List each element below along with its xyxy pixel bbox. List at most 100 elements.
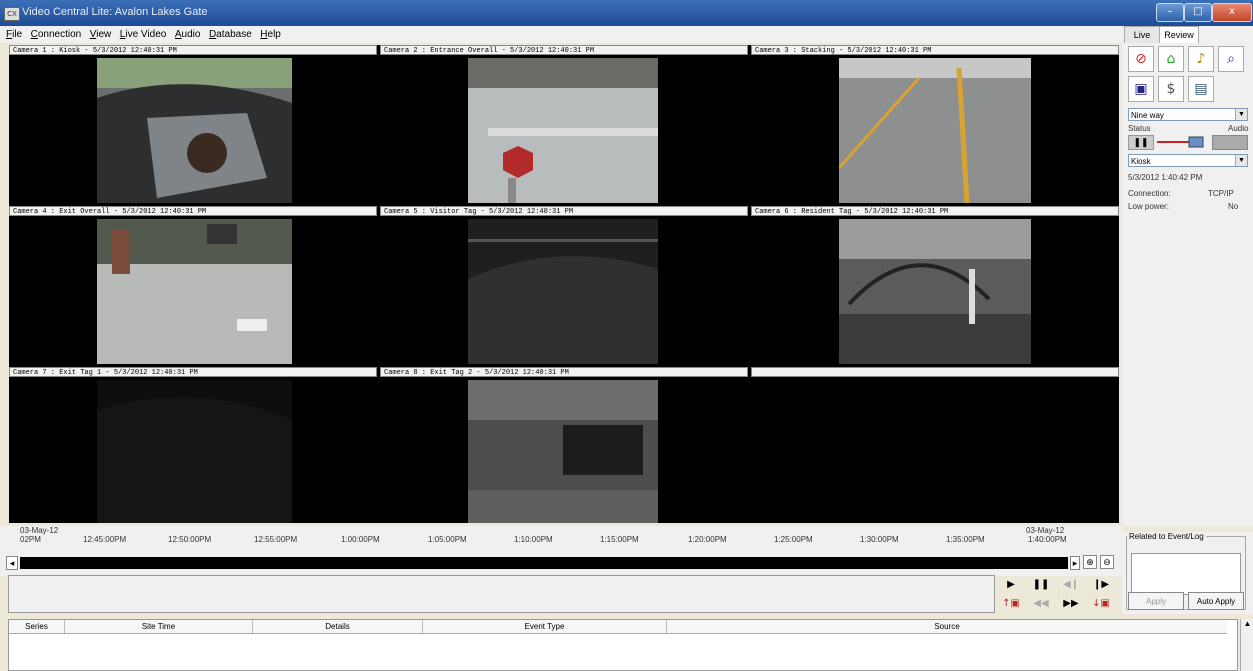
menu-bar: File Connection View Live Video Audio Da… bbox=[0, 26, 1253, 43]
search-icon[interactable]: ⌕ bbox=[1218, 46, 1244, 72]
camera-5-feed bbox=[468, 219, 658, 364]
camera-1-label: Camera 1 : Kiosk - 5/3/2012 12:40:31 PM bbox=[9, 45, 377, 55]
events-table: Series Site Time Details Event Type Sour… bbox=[8, 619, 1238, 671]
camera-1-view[interactable]: Camera 1 : Kiosk - 5/3/2012 12:40:31 PM bbox=[9, 45, 377, 203]
camera-7-feed bbox=[97, 380, 292, 523]
right-panel: Live Review ⊘ ⌂ ♪ ⌕ ▣ $ ▤ Nine way ▼ Sta… bbox=[1122, 26, 1253, 526]
audio-label: Audio bbox=[1228, 124, 1249, 133]
maximize-button[interactable]: □ bbox=[1184, 3, 1212, 22]
camera-select[interactable]: Kiosk ▼ bbox=[1128, 154, 1248, 167]
layout-select-value: Nine way bbox=[1131, 111, 1164, 120]
disconnect-icon[interactable]: ⊘ bbox=[1128, 46, 1154, 72]
camera-5-label: Camera 5 : Visitor Tag - 5/3/2012 12:40:… bbox=[380, 206, 748, 216]
camera-6-label: Camera 6 : Resident Tag - 5/3/2012 12:40… bbox=[751, 206, 1119, 216]
timeline-track[interactable] bbox=[20, 557, 1068, 569]
play-icon[interactable]: ▶ bbox=[996, 577, 1026, 593]
timeline-tick: 12:55:00PM bbox=[254, 535, 298, 544]
menu-live-video[interactable]: Live Video bbox=[120, 29, 167, 40]
camera-8-label: Camera 8 : Exit Tag 2 - 5/3/2012 12:40:3… bbox=[380, 367, 748, 377]
speaker-icon[interactable]: ♪ bbox=[1188, 46, 1214, 72]
camera-2-feed bbox=[468, 58, 658, 203]
dollar-icon[interactable]: $ bbox=[1158, 76, 1184, 102]
timeline-tick: 1:25:00PM bbox=[774, 535, 813, 544]
camera-7-view[interactable]: Camera 7 : Exit Tag 1 - 5/3/2012 12:40:3… bbox=[9, 367, 377, 523]
step-forward-icon[interactable]: ❙▶ bbox=[1086, 577, 1116, 593]
current-datetime: 5/3/2012 1:40:42 PM bbox=[1128, 173, 1203, 182]
apply-button[interactable]: Apply bbox=[1128, 592, 1184, 610]
pause-icon[interactable]: ❚❚ bbox=[1026, 577, 1056, 593]
tab-review[interactable]: Review bbox=[1159, 26, 1199, 43]
camera-8-view[interactable]: Camera 8 : Exit Tag 2 - 5/3/2012 12:40:3… bbox=[380, 367, 748, 523]
menu-file[interactable]: File bbox=[6, 29, 22, 40]
timeline-end-date: 03-May-12 bbox=[1026, 526, 1065, 535]
menu-view[interactable]: View bbox=[90, 29, 112, 40]
camera-4-view[interactable]: Camera 4 : Exit Overall - 5/3/2012 12:40… bbox=[9, 206, 377, 364]
timeline-tick: 1:05:00PM bbox=[428, 535, 467, 544]
camera-6-view[interactable]: Camera 6 : Resident Tag - 5/3/2012 12:40… bbox=[751, 206, 1119, 364]
connection-cable-icon bbox=[1157, 136, 1204, 148]
timeline-tick: 1:15:00PM bbox=[600, 535, 639, 544]
column-source[interactable]: Source bbox=[667, 620, 1227, 633]
zoom-in-icon[interactable]: ⊕ bbox=[1083, 555, 1097, 569]
timeline-tick: 1:30:00PM bbox=[860, 535, 899, 544]
mark-end-icon[interactable]: ↓▣ bbox=[1086, 596, 1116, 612]
home-icon[interactable]: ⌂ bbox=[1158, 46, 1184, 72]
camera-8-feed bbox=[468, 380, 658, 523]
camera-3-feed bbox=[839, 58, 1031, 203]
save-icon[interactable]: ▣ bbox=[1128, 76, 1154, 102]
camera-select-value: Kiosk bbox=[1131, 157, 1151, 166]
camera-4-feed bbox=[97, 219, 292, 364]
camera-5-view[interactable]: Camera 5 : Visitor Tag - 5/3/2012 12:40:… bbox=[380, 206, 748, 364]
camera-3-view[interactable]: Camera 3 : Stacking - 5/3/2012 12:40:31 … bbox=[751, 45, 1119, 203]
mark-start-icon[interactable]: ↑▣ bbox=[996, 596, 1026, 612]
minimize-button[interactable]: – bbox=[1156, 3, 1184, 22]
timeline-tick: 12:50:00PM bbox=[168, 535, 212, 544]
menu-audio[interactable]: Audio bbox=[175, 29, 201, 40]
column-details[interactable]: Details bbox=[253, 620, 423, 633]
audio-level-bar bbox=[1212, 135, 1248, 150]
related-event-list[interactable] bbox=[1131, 553, 1241, 595]
camera-9-label bbox=[751, 367, 1119, 377]
timeline: 03-May-12 02PM 12:45:00PM 12:50:00PM 12:… bbox=[0, 526, 1122, 576]
video-grid: Camera 1 : Kiosk - 5/3/2012 12:40:31 PM … bbox=[9, 45, 1119, 523]
events-scrollbar[interactable]: ▲ bbox=[1240, 619, 1253, 671]
status-label: Status bbox=[1128, 124, 1151, 133]
tab-live[interactable]: Live bbox=[1124, 26, 1160, 43]
zoom-out-icon[interactable]: ⊖ bbox=[1100, 555, 1114, 569]
chevron-down-icon: ▼ bbox=[1235, 155, 1247, 166]
timeline-scroll-right-icon[interactable]: ▸ bbox=[1070, 556, 1080, 570]
timeline-start-date: 03-May-12 bbox=[20, 526, 59, 535]
column-event-type[interactable]: Event Type bbox=[423, 620, 667, 633]
auto-apply-button[interactable]: Auto Apply bbox=[1188, 592, 1244, 610]
menu-help[interactable]: Help bbox=[260, 29, 281, 40]
timeline-tick: 1:00:00PM bbox=[341, 535, 380, 544]
timeline-start-time: 02PM bbox=[20, 535, 41, 544]
layout-select[interactable]: Nine way ▼ bbox=[1128, 108, 1248, 121]
timeline-end-time: 1:40:00PM bbox=[1028, 535, 1067, 544]
camera-6-feed bbox=[839, 219, 1031, 364]
timeline-scroll-left-icon[interactable]: ◂ bbox=[6, 556, 18, 570]
playback-status-box bbox=[8, 575, 995, 613]
connection-label: Connection: bbox=[1128, 189, 1171, 198]
timeline-tick: 1:35:00PM bbox=[946, 535, 985, 544]
pause-status-icon: ❚❚ bbox=[1128, 135, 1154, 150]
column-series[interactable]: Series bbox=[9, 620, 65, 633]
menu-connection[interactable]: Connection bbox=[31, 29, 82, 40]
low-power-value: No bbox=[1228, 202, 1239, 211]
scroll-up-icon[interactable]: ▲ bbox=[1241, 619, 1253, 628]
rewind-icon[interactable]: ◀◀ bbox=[1026, 596, 1056, 612]
timeline-tick: 12:45:00PM bbox=[83, 535, 127, 544]
related-event-title: Related to Event/Log bbox=[1129, 532, 1204, 541]
low-power-label: Low power: bbox=[1128, 202, 1169, 211]
report-icon[interactable]: ▤ bbox=[1188, 76, 1214, 102]
camera-9-view[interactable] bbox=[751, 367, 1119, 523]
camera-2-view[interactable]: Camera 2 : Entrance Overall - 5/3/2012 1… bbox=[380, 45, 748, 203]
fast-forward-icon[interactable]: ▶▶ bbox=[1056, 596, 1086, 612]
column-site-time[interactable]: Site Time bbox=[65, 620, 253, 633]
timeline-tick: 1:10:00PM bbox=[514, 535, 553, 544]
close-button[interactable]: x bbox=[1212, 3, 1252, 22]
step-back-icon[interactable]: ◀❙ bbox=[1056, 577, 1086, 593]
events-table-header: Series Site Time Details Event Type Sour… bbox=[9, 620, 1227, 634]
menu-database[interactable]: Database bbox=[209, 29, 252, 40]
timeline-tick: 1:20:00PM bbox=[688, 535, 727, 544]
